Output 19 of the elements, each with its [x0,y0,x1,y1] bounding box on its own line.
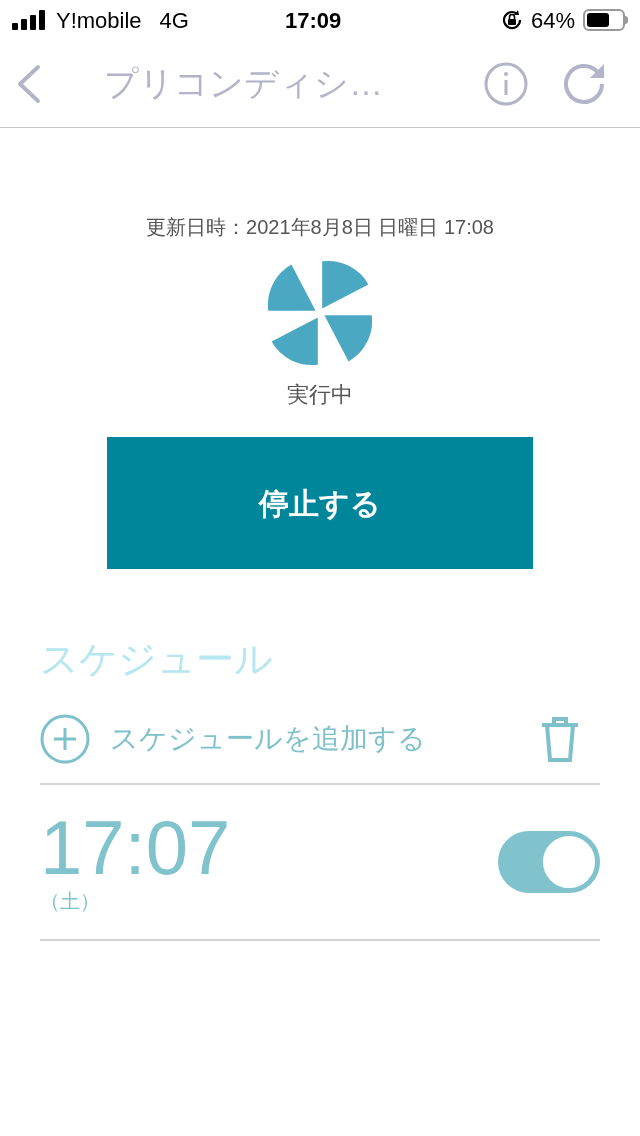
fan-icon [265,258,375,368]
nav-title: プリコンディシ… [104,63,383,104]
add-icon [40,714,90,764]
stop-button[interactable]: 停止する [107,437,533,569]
schedule-day: （土） [40,887,231,915]
status-label: 実行中 [287,381,353,409]
network-type: 4G [159,6,189,35]
rotation-lock-icon [500,9,523,31]
updated-time: 更新日時：2021年8月8日 日曜日 17:08 [146,215,494,240]
carrier-name: Y!mobile [56,6,142,35]
info-icon[interactable] [484,61,528,106]
status-time: 17:09 [284,6,342,35]
signal-icon [12,10,48,30]
trash-icon[interactable] [540,716,580,762]
section-heading: スケジュール [40,637,274,682]
battery-icon [583,9,628,31]
back-icon[interactable] [16,63,42,104]
battery-percent: 64% [530,6,575,35]
schedule-time: 17:07 [40,809,231,887]
